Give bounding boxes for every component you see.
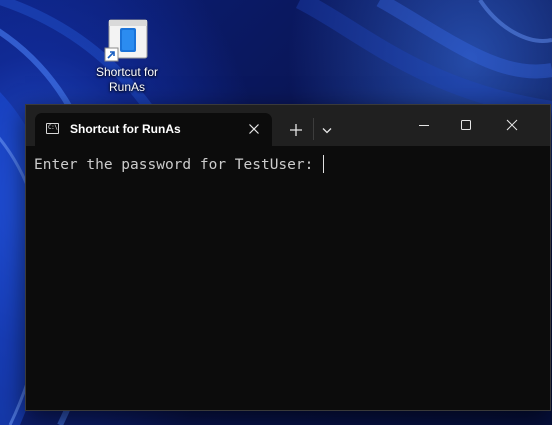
console-icon: C:\ <box>46 123 59 134</box>
close-button[interactable] <box>489 105 535 145</box>
tab-shortcut-for-runas[interactable]: C:\ Shortcut for RunAs <box>35 113 272 146</box>
chevron-down-icon <box>322 128 332 134</box>
tab-separator <box>313 118 314 140</box>
desktop-wallpaper: Shortcut for RunAs C:\ Shortcut for RunA… <box>0 0 552 425</box>
close-icon <box>506 119 518 131</box>
maximize-icon <box>461 120 471 130</box>
terminal-content[interactable]: Enter the password for TestUser: <box>26 146 550 410</box>
password-prompt: Enter the password for TestUser: <box>34 155 325 174</box>
text-cursor <box>323 155 325 173</box>
prompt-text: Enter the password for TestUser: <box>34 157 323 173</box>
minimize-button[interactable] <box>401 105 447 145</box>
minimize-icon <box>419 125 429 126</box>
new-tab-button[interactable] <box>285 119 307 141</box>
shortcut-icon <box>103 18 151 62</box>
terminal-window: C:\ Shortcut for RunAs Enter the passwor… <box>25 104 551 411</box>
desktop-shortcut-runas[interactable]: Shortcut for RunAs <box>88 18 166 95</box>
tab-dropdown-button[interactable] <box>316 119 338 141</box>
tab-close-icon[interactable] <box>246 121 262 137</box>
shortcut-label-line1: Shortcut for <box>95 65 159 79</box>
title-bar[interactable]: C:\ Shortcut for RunAs <box>26 105 550 146</box>
console-icon-text: C:\ <box>48 124 58 131</box>
plus-icon <box>290 124 302 136</box>
shortcut-label-line2: RunAs <box>108 80 146 94</box>
maximize-button[interactable] <box>443 105 489 145</box>
tab-title: Shortcut for RunAs <box>70 122 181 136</box>
shortcut-label: Shortcut for RunAs <box>88 65 166 95</box>
